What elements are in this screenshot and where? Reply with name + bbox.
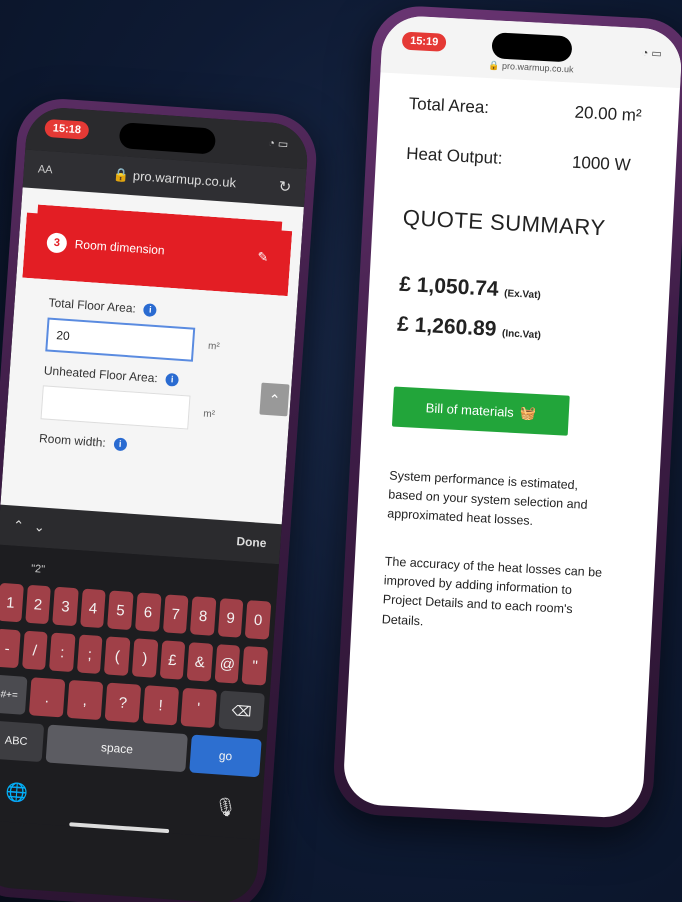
key[interactable]: !: [142, 685, 179, 726]
key[interactable]: :: [49, 632, 76, 673]
field-nav-arrows-icon[interactable]: ⌃⌄: [12, 518, 237, 550]
key-row-4: ABC space go: [0, 720, 262, 778]
right-phone-screen: 15:19 ◔ ▭ 🔒 pro.warmup.co.uk Total Area:…: [342, 14, 682, 820]
heat-output-row: Heat Output: 1000 W: [406, 144, 653, 177]
unit-label: m²: [202, 408, 216, 420]
accuracy-note: The accuracy of the heat losses can be i…: [381, 554, 603, 629]
space-key[interactable]: space: [45, 724, 189, 773]
key[interactable]: 0: [245, 600, 272, 640]
key[interactable]: 2: [24, 584, 52, 625]
heat-output-label: Heat Output:: [405, 143, 503, 168]
abc-key[interactable]: ABC: [0, 720, 45, 763]
price-inc-vat: £ 1,260.89 (Inc.Vat): [396, 312, 542, 341]
key[interactable]: &: [186, 642, 214, 682]
info-icon[interactable]: i: [165, 372, 180, 387]
numeric-keyboard: "2" 1 2 3 4 5 6 7 8 9 0 - / : ; ( ) £ & …: [0, 544, 279, 840]
room-width-label: Room width:: [38, 431, 107, 450]
step-title: Room dimension: [74, 237, 166, 258]
done-button[interactable]: Done: [236, 534, 267, 550]
key[interactable]: 6: [134, 592, 162, 632]
scroll-up-button[interactable]: ⌃: [259, 382, 290, 417]
backspace-icon[interactable]: ⌫: [218, 690, 265, 732]
key[interactable]: ): [131, 638, 158, 678]
bill-of-materials-button[interactable]: Bill of materials 🧺: [391, 386, 570, 436]
key[interactable]: @: [214, 644, 241, 684]
left-phone: 15:18 ◔ ▭ AA 🔒 pro.warmup.co.uk ↻ 3 Room…: [0, 96, 320, 902]
quote-content: Total Area: 20.00 m² Heat Output: 1000 W…: [351, 72, 680, 643]
text-size-button[interactable]: AA: [38, 163, 79, 178]
total-area-row: Total Area: 20.00 m²: [408, 94, 655, 127]
key[interactable]: 4: [79, 588, 107, 629]
room-dimension-form: Total Floor Area: i 20 m² Unheated Floor…: [5, 277, 298, 462]
total-floor-area-label: Total Floor Area:: [48, 295, 137, 316]
microphone-icon[interactable]: 🎙: [213, 796, 237, 819]
dynamic-island: [118, 122, 217, 155]
quote-summary-title: QUOTE SUMMARY: [402, 204, 607, 241]
key[interactable]: 7: [162, 594, 189, 634]
total-floor-area-input[interactable]: 20: [45, 317, 196, 362]
key[interactable]: 3: [52, 586, 79, 627]
key[interactable]: ?: [104, 682, 142, 723]
globe-icon[interactable]: 🌐: [5, 781, 29, 804]
performance-note: System performance is estimated, based o…: [386, 468, 588, 529]
key[interactable]: 8: [190, 596, 217, 636]
info-icon[interactable]: i: [143, 302, 158, 317]
url-text: pro.warmup.co.uk: [132, 168, 237, 191]
status-time: 15:19: [401, 31, 447, 52]
left-phone-screen: 15:18 ◔ ▭ AA 🔒 pro.warmup.co.uk ↻ 3 Room…: [0, 105, 310, 902]
key[interactable]: £: [159, 640, 186, 680]
right-phone: 15:19 ◔ ▭ 🔒 pro.warmup.co.uk Total Area:…: [331, 4, 682, 830]
key[interactable]: ;: [76, 634, 103, 675]
step-number: 3: [46, 232, 67, 253]
key[interactable]: 9: [217, 598, 244, 638]
wifi-battery-icon: ◔ ▭: [267, 137, 289, 151]
key[interactable]: 5: [107, 590, 134, 631]
dynamic-island: [491, 32, 573, 63]
symbols-switch-key[interactable]: #+=: [0, 674, 28, 715]
key[interactable]: ": [241, 646, 269, 686]
key[interactable]: ': [180, 687, 217, 729]
unheated-floor-area-label: Unheated Floor Area:: [43, 363, 159, 386]
total-area-value: 20.00 m²: [574, 102, 643, 126]
basket-icon: 🧺: [519, 404, 537, 421]
info-icon[interactable]: i: [113, 436, 128, 451]
heat-output-value: 1000 W: [571, 152, 632, 175]
unheated-floor-area-input[interactable]: [40, 385, 191, 430]
lock-icon: 🔒: [488, 60, 500, 71]
price-ex-vat: £ 1,050.74 (Ex.Vat): [398, 272, 542, 301]
key[interactable]: -: [0, 628, 21, 669]
wifi-battery-icon: ◔ ▭: [641, 47, 663, 61]
reload-icon[interactable]: ↻: [271, 177, 292, 196]
lock-icon: 🔒: [112, 166, 130, 183]
key[interactable]: /: [21, 630, 48, 671]
edit-pencil-icon[interactable]: ✎: [257, 249, 269, 266]
key[interactable]: .: [28, 677, 66, 718]
status-time: 15:18: [44, 118, 90, 140]
key[interactable]: ,: [66, 679, 104, 721]
unit-label: m²: [207, 340, 221, 353]
go-key[interactable]: go: [189, 734, 262, 778]
key[interactable]: 1: [0, 582, 24, 623]
total-area-label: Total Area:: [408, 93, 490, 118]
key[interactable]: (: [104, 636, 131, 676]
web-page: 3 Room dimension ✎ Total Floor Area: i 2…: [0, 187, 304, 525]
